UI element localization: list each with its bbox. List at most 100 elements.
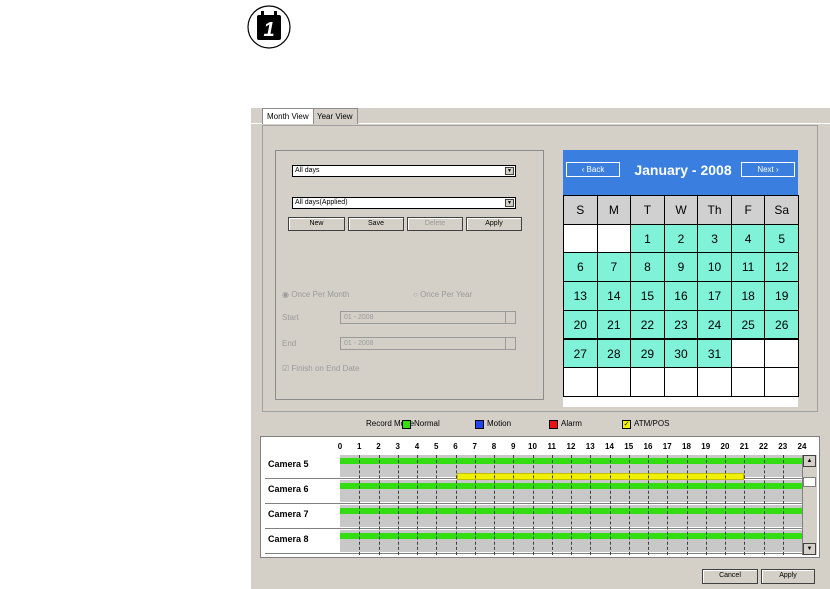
calendar-back-button[interactable]: ‹ Back (566, 162, 620, 177)
calendar-day[interactable]: 6 (563, 252, 598, 283)
weekday-header: Th (697, 195, 732, 225)
calendar-day[interactable]: 2 (663, 223, 699, 254)
calendar-day[interactable]: 15 (630, 281, 665, 311)
calendar-day[interactable]: 13 (563, 281, 598, 311)
end-date-field[interactable]: 01 - 2008 (340, 337, 516, 350)
calendar-day[interactable]: 30 (663, 338, 699, 369)
legend-atm-pos-swatch[interactable]: ✓ (622, 420, 631, 429)
legend-motion-swatch (475, 420, 484, 429)
hour-gridline (532, 455, 534, 555)
calendar-day[interactable]: 29 (630, 338, 665, 369)
start-date-field[interactable]: 01 - 2008 (340, 311, 516, 324)
weekday-header: T (630, 195, 665, 225)
calendar-day[interactable]: 8 (630, 252, 665, 283)
hour-tick-label: 24 (797, 442, 807, 451)
calendar-day[interactable]: 20 (563, 309, 598, 340)
radio-once-per-year[interactable]: ○ Once Per Year (413, 290, 472, 299)
calendar-header: ‹ Back January - 2008 Next › (563, 150, 798, 195)
legend-normal-label: Normal (414, 419, 440, 428)
badge-number: 1 (263, 19, 274, 41)
calendar-day[interactable]: 11 (730, 252, 766, 283)
end-label: End (282, 339, 297, 348)
scroll-thumb[interactable] (803, 477, 816, 487)
calendar-day[interactable]: 31 (697, 338, 732, 369)
save-button[interactable]: Save (348, 217, 404, 231)
radio-unselected-icon: ○ (413, 290, 418, 299)
calendar-day[interactable]: 17 (697, 281, 732, 311)
start-date-spinner[interactable] (505, 312, 515, 323)
hour-tick-label: 21 (739, 442, 749, 451)
timeline-scrollbar[interactable]: ▲ ▼ (802, 455, 817, 555)
delete-button[interactable]: Delete (407, 217, 463, 231)
apply-button[interactable]: Apply (761, 569, 815, 584)
legend-motion-label: Motion (487, 419, 512, 428)
scroll-up-icon[interactable]: ▲ (803, 455, 816, 467)
hour-tick-label: 18 (682, 442, 691, 451)
calendar-day[interactable]: 28 (596, 338, 632, 369)
hour-gridline (725, 455, 726, 555)
camera-label: Camera 5 (265, 454, 339, 474)
row-divider (265, 528, 802, 529)
calendar-day[interactable]: 24 (697, 309, 732, 340)
cancel-button[interactable]: Cancel (702, 569, 758, 584)
chevron-down-icon[interactable]: ▼ (505, 199, 514, 207)
atm-pos-recording-bar (457, 473, 745, 480)
hour-gridline (397, 455, 399, 555)
calendar-day[interactable]: 7 (596, 252, 632, 283)
row-divider (265, 503, 802, 504)
calendar-day[interactable]: 5 (764, 223, 799, 254)
hour-tick-label: 10 (528, 442, 537, 451)
applied-schedule-combo[interactable]: All days(Applied) ▼ (292, 197, 516, 209)
weekday-header: W (663, 195, 699, 225)
calendar-day[interactable]: 12 (764, 252, 799, 283)
calendar-empty-cell (764, 338, 799, 369)
calendar-day[interactable]: 23 (663, 309, 699, 340)
hour-gridline (513, 455, 515, 555)
calendar-day[interactable]: 3 (697, 223, 732, 254)
finish-on-end-date-checkbox[interactable]: ☑ Finish on End Date (282, 364, 359, 373)
camera-label: Camera 8 (268, 534, 309, 544)
calendar-day[interactable]: 1 (630, 223, 665, 254)
hour-gridline (455, 455, 457, 555)
new-button[interactable]: New (288, 217, 345, 231)
hour-tick-label: 2 (376, 442, 381, 451)
applied-schedule-combo-value: All days(Applied) (295, 199, 348, 206)
scroll-down-icon[interactable]: ▼ (803, 543, 816, 555)
tab-month-view[interactable]: Month View (262, 108, 314, 124)
hour-gridline (590, 455, 592, 555)
schedule-day-combo[interactable]: All days ▼ (292, 165, 516, 177)
calendar-day[interactable]: 27 (563, 338, 598, 369)
chevron-down-icon[interactable]: ▼ (505, 167, 514, 175)
calendar-day[interactable]: 25 (730, 309, 766, 340)
tab-year-view[interactable]: Year View (312, 108, 358, 124)
hour-tick-label: 14 (605, 442, 614, 451)
end-date-spinner[interactable] (505, 338, 515, 349)
hour-tick-label: 4 (414, 442, 420, 451)
apply-schedule-button[interactable]: Apply (466, 217, 522, 231)
calendar-day[interactable]: 10 (697, 252, 732, 283)
radio-once-per-month[interactable]: ◉ Once Per Month (282, 290, 349, 299)
calendar-day[interactable]: 4 (730, 223, 766, 254)
camera-label: Camera 6 (268, 484, 309, 494)
hour-gridline (571, 455, 572, 555)
finish-on-end-date-label: Finish on End Date (291, 364, 360, 373)
calendar-next-button[interactable]: Next › (741, 162, 795, 177)
calendar-empty-cell (563, 367, 598, 397)
calendar-empty-cell (730, 367, 766, 397)
calendar-day[interactable]: 22 (630, 309, 665, 340)
hour-gridline (744, 455, 746, 555)
calendar-day[interactable]: 9 (663, 252, 699, 283)
calendar-day[interactable]: 14 (596, 281, 632, 311)
calendar-empty-cell (563, 223, 598, 254)
calendar-day[interactable]: 16 (663, 281, 699, 311)
radio-once-per-month-label: Once Per Month (291, 290, 350, 299)
hour-gridline (436, 455, 438, 555)
hour-gridline (417, 455, 418, 555)
calendar-day[interactable]: 26 (764, 309, 799, 340)
hour-tick-label: 20 (720, 442, 730, 451)
schedule-settings-panel (275, 150, 544, 400)
calendar-day[interactable]: 18 (730, 281, 766, 311)
calendar-day[interactable]: 21 (596, 309, 632, 340)
calendar-day[interactable]: 19 (764, 281, 799, 311)
hour-tick-label: 12 (566, 442, 576, 451)
